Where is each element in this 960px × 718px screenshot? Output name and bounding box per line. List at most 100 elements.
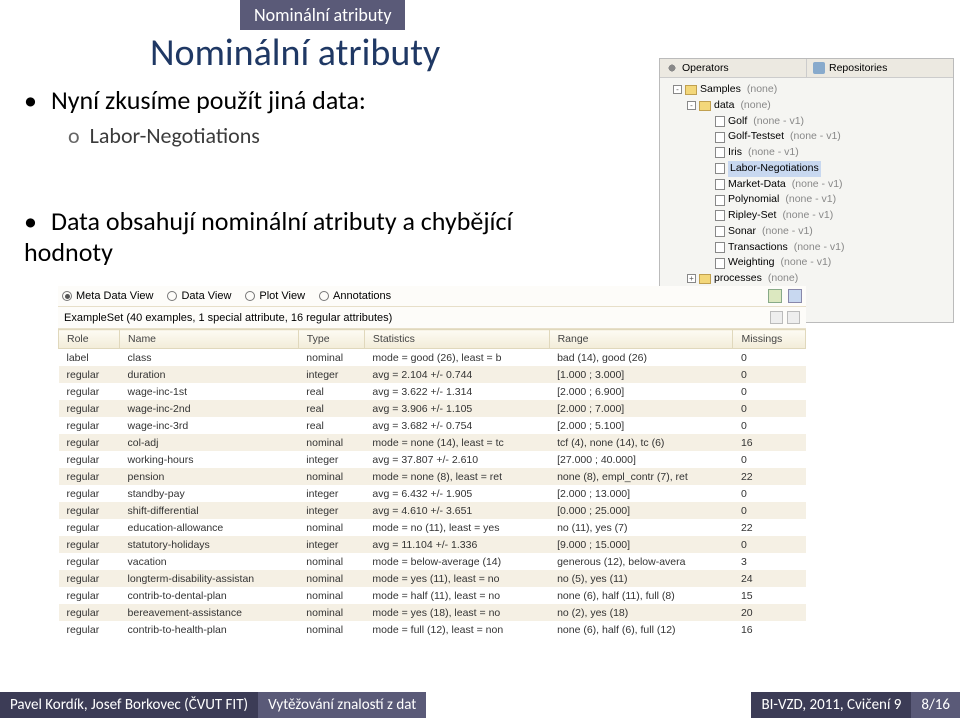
- tree-item[interactable]: Sonar(none - v1): [662, 224, 951, 240]
- toolbar-icon[interactable]: [768, 289, 782, 303]
- view-selector-bar: Meta Data View Data View Plot View Annotati…: [58, 286, 806, 307]
- table-cell: col-adj: [120, 434, 299, 451]
- expand-toggle[interactable]: -: [673, 85, 682, 94]
- table-cell: regular: [59, 366, 120, 383]
- tree-item-detail: (none): [768, 271, 798, 287]
- tab-repositories[interactable]: Repositories: [806, 59, 953, 77]
- table-cell: regular: [59, 417, 120, 434]
- table-cell: regular: [59, 570, 120, 587]
- tree-item[interactable]: Iris(none - v1): [662, 145, 951, 161]
- bullet-2: Data obsahují nominální atributy a chybě…: [24, 206, 584, 268]
- table-cell: 22: [733, 519, 806, 536]
- expand-toggle[interactable]: -: [687, 101, 696, 110]
- table-row[interactable]: regularshift-differentialintegeravg = 4.…: [59, 502, 806, 519]
- column-header[interactable]: Statistics: [364, 330, 549, 349]
- tree-item-detail: (none - v1): [794, 240, 845, 256]
- table-row[interactable]: regularlongterm-disability-assistannomin…: [59, 570, 806, 587]
- tree-item[interactable]: Labor-Negotiations: [662, 161, 951, 177]
- table-row[interactable]: regularcontrib-to-health-plannominalmode…: [59, 621, 806, 638]
- view-option[interactable]: Data View: [167, 290, 231, 302]
- table-row[interactable]: regulareducation-allowancenominalmode = …: [59, 519, 806, 536]
- table-cell: nominal: [298, 434, 364, 451]
- table-row[interactable]: regularcol-adjnominalmode = none (14), l…: [59, 434, 806, 451]
- table-cell: [2.000 ; 13.000]: [549, 485, 733, 502]
- footer-course-code: BI-VZD, 2011, Cvičení 9: [751, 692, 911, 718]
- column-header[interactable]: Missings: [733, 330, 806, 349]
- tree-item[interactable]: + processes (none): [662, 271, 951, 287]
- table-row[interactable]: regularstandby-payintegeravg = 6.432 +/-…: [59, 485, 806, 502]
- tab-repositories-label: Repositories: [829, 62, 887, 74]
- table-row[interactable]: regularvacationnominalmode = below-avera…: [59, 553, 806, 570]
- table-cell: label: [59, 349, 120, 367]
- table-row[interactable]: regularwage-inc-1strealavg = 3.622 +/- 1…: [59, 383, 806, 400]
- table-cell: real: [298, 417, 364, 434]
- table-cell: 16: [733, 434, 806, 451]
- table-cell: [2.000 ; 6.900]: [549, 383, 733, 400]
- table-row[interactable]: regularbereavement-assistancenominalmode…: [59, 604, 806, 621]
- table-cell: regular: [59, 485, 120, 502]
- toolbar-icon[interactable]: [788, 289, 802, 303]
- table-row[interactable]: regularpensionnominalmode = none (8), le…: [59, 468, 806, 485]
- table-cell: nominal: [298, 621, 364, 638]
- column-header[interactable]: Type: [298, 330, 364, 349]
- sub-bullet-1: oLabor-Negotiations: [68, 122, 260, 149]
- table-cell: statutory-holidays: [120, 536, 299, 553]
- section-tab: Nominální atributy: [240, 0, 405, 30]
- view-option[interactable]: Plot View: [245, 290, 305, 302]
- table-cell: tcf (4), none (14), tc (6): [549, 434, 733, 451]
- footer-course: Vytěžování znalostí z dat: [258, 692, 426, 718]
- file-icon: [715, 163, 725, 174]
- view-option[interactable]: Meta Data View: [62, 290, 153, 302]
- tab-operators[interactable]: Operators: [660, 59, 806, 77]
- expand-toggle[interactable]: +: [687, 274, 696, 283]
- tree-item-detail: (none): [740, 98, 770, 114]
- tree-item[interactable]: - Samples (none): [662, 82, 951, 98]
- table-cell: 22: [733, 468, 806, 485]
- tree-item-detail: (none - v1): [762, 224, 813, 240]
- table-cell: regular: [59, 519, 120, 536]
- tree-item-name: Samples: [700, 82, 741, 98]
- table-cell: avg = 3.682 +/- 0.754: [364, 417, 549, 434]
- tree-item[interactable]: Transactions(none - v1): [662, 240, 951, 256]
- table-row[interactable]: regularwage-inc-2ndrealavg = 3.906 +/- 1…: [59, 400, 806, 417]
- table-row[interactable]: regulardurationintegeravg = 2.104 +/- 0.…: [59, 366, 806, 383]
- table-cell: 3: [733, 553, 806, 570]
- tree-item[interactable]: Market-Data(none - v1): [662, 177, 951, 193]
- view-option[interactable]: Annotations: [319, 290, 391, 302]
- tree-item-name: Weighting: [728, 255, 775, 271]
- table-cell: integer: [298, 502, 364, 519]
- table-row[interactable]: labelclassnominalmode = good (26), least…: [59, 349, 806, 367]
- tab-operators-label: Operators: [682, 62, 729, 74]
- table-cell: contrib-to-health-plan: [120, 621, 299, 638]
- footer-page: 8/16: [911, 692, 960, 718]
- table-cell: mode = yes (11), least = no: [364, 570, 549, 587]
- repo-tabs: Operators Repositories: [660, 59, 953, 78]
- tree-item-detail: (none): [747, 82, 777, 98]
- table-cell: real: [298, 400, 364, 417]
- table-cell: bereavement-assistance: [120, 604, 299, 621]
- tree-item[interactable]: Golf-Testset(none - v1): [662, 129, 951, 145]
- table-cell: 0: [733, 536, 806, 553]
- table-cell: bad (14), good (26): [549, 349, 733, 367]
- tree-item-detail: (none - v1): [782, 208, 833, 224]
- table-cell: no (11), yes (7): [549, 519, 733, 536]
- chevron-down-icon[interactable]: [787, 311, 800, 324]
- column-header[interactable]: Range: [549, 330, 733, 349]
- table-cell: 0: [733, 366, 806, 383]
- example-set-info-row: ExampleSet (40 examples, 1 special attri…: [58, 307, 806, 329]
- tree-item[interactable]: -data(none): [662, 98, 951, 114]
- table-row[interactable]: regularworking-hoursintegeravg = 37.807 …: [59, 451, 806, 468]
- tree-item-name: processes: [714, 271, 762, 287]
- table-row[interactable]: regularcontrib-to-dental-plannominalmode…: [59, 587, 806, 604]
- tree-item[interactable]: Weighting(none - v1): [662, 255, 951, 271]
- table-row[interactable]: regularstatutory-holidaysintegeravg = 11…: [59, 536, 806, 553]
- tree-item[interactable]: Ripley-Set(none - v1): [662, 208, 951, 224]
- column-header[interactable]: Name: [120, 330, 299, 349]
- table-cell: mode = no (11), least = yes: [364, 519, 549, 536]
- column-header[interactable]: Role: [59, 330, 120, 349]
- tree-item[interactable]: Golf(none - v1): [662, 114, 951, 130]
- grid-icon[interactable]: [770, 311, 783, 324]
- table-row[interactable]: regularwage-inc-3rdrealavg = 3.682 +/- 0…: [59, 417, 806, 434]
- tree-item[interactable]: Polynomial(none - v1): [662, 192, 951, 208]
- table-cell: class: [120, 349, 299, 367]
